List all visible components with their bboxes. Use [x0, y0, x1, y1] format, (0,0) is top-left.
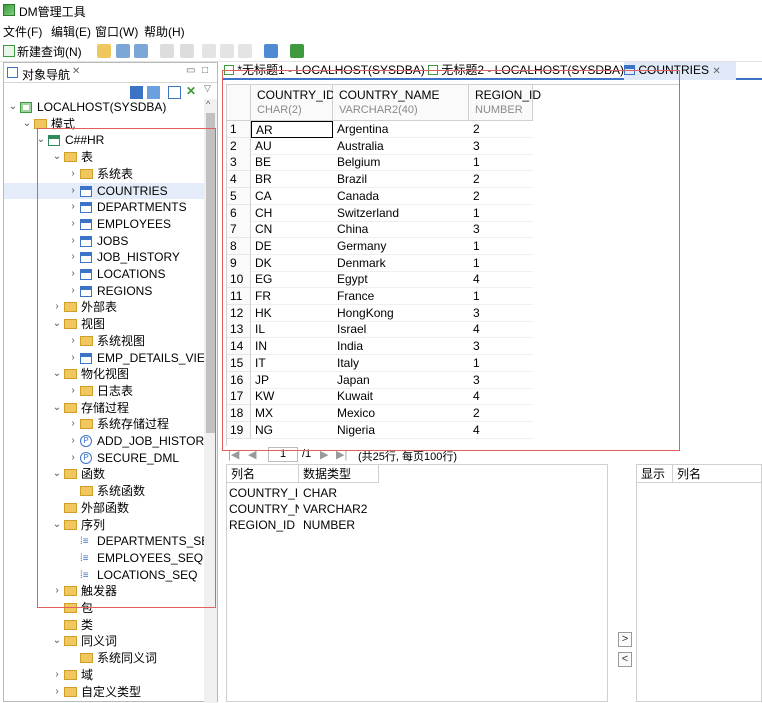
column-rows: COUNTRY_IDCHARCOUNTRY_NAMEVARCHAR2REGION… [227, 485, 607, 685]
highlight-box-tree [37, 128, 216, 608]
display-header[interactable]: 显示 [637, 465, 673, 483]
maximize-icon[interactable]: □ [202, 65, 208, 76]
collapse-all-icon[interactable]: ✕ [186, 84, 196, 98]
move-right-button[interactable]: > [618, 632, 632, 647]
server-icon [20, 102, 32, 113]
save-all-icon[interactable] [134, 44, 148, 58]
tree-node-label: 同义词 [81, 634, 118, 649]
close-icon[interactable]: ✕ [712, 66, 720, 77]
copy-icon[interactable] [220, 44, 234, 58]
list-item[interactable]: COUNTRY_NAME VARCHAR2 [227, 501, 607, 517]
folder-icon [64, 619, 77, 630]
menu-window[interactable]: 窗口(W) [95, 23, 138, 40]
object-navigator-tab[interactable]: 对象导航 ✕ ▭ □ [4, 63, 217, 83]
navigator-icon [7, 67, 18, 78]
tree-node[interactable]: 系统同义词 [4, 650, 204, 666]
tree-node-label: 类 [81, 617, 94, 632]
folder-icon [64, 686, 77, 697]
app-icon [3, 4, 15, 16]
view-menu-icon[interactable]: ▽ [204, 83, 211, 94]
app-title: DM管理工具 [19, 5, 86, 19]
home-icon[interactable] [264, 44, 278, 58]
chevron-down-icon[interactable]: ⌄ [22, 116, 32, 132]
object-navigator-label: 对象导航 [22, 68, 71, 82]
column-name: COUNTRY_ID [229, 486, 299, 500]
menu-help[interactable]: 帮助(H) [144, 23, 185, 40]
column-name-header[interactable]: 列名 [673, 465, 762, 483]
save-icon[interactable] [116, 44, 130, 58]
filter-clear-icon[interactable] [147, 86, 160, 99]
title-bar: DM管理工具 [0, 0, 762, 20]
tree-node-label: 域 [81, 667, 94, 682]
menu-bar: 文件(F) 编辑(E) 窗口(W) 帮助(H) [0, 20, 762, 40]
open-icon[interactable] [97, 44, 111, 58]
tree-node[interactable]: › 域 [4, 667, 204, 683]
main-toolbar: 新建查询(N) [0, 40, 762, 62]
column-type: NUMBER [303, 518, 356, 532]
tree-node[interactable]: 类 [4, 617, 204, 633]
close-icon[interactable]: ✕ [72, 66, 80, 77]
folder-icon [80, 653, 93, 664]
folder-icon [64, 636, 77, 647]
chevron-right-icon[interactable]: › [52, 667, 62, 683]
new-query-button[interactable]: 新建查询(N) [3, 43, 82, 59]
folder-icon [64, 669, 77, 680]
edit-icon[interactable] [168, 86, 181, 99]
available-columns-list[interactable]: 列名 数据类型 COUNTRY_ID CHAR COUNTRY_NAME VARCHA… [226, 464, 608, 702]
new-query-label: 新建查询(N) [17, 44, 82, 59]
new-query-icon [3, 45, 15, 57]
print-preview-icon[interactable] [180, 44, 194, 58]
tree-node[interactable]: ⌄ 同义词 [4, 633, 204, 649]
minimize-icon[interactable]: ▭ [186, 65, 195, 76]
list-item[interactable]: REGION_ID NUMBER [227, 517, 607, 533]
tree-node-label: 系统同义词 [97, 651, 158, 666]
tree-node[interactable]: ⌄ LOCALHOST(SYSDBA) [4, 99, 204, 115]
column-name-header[interactable]: 列名 [227, 465, 299, 483]
print-icon[interactable] [160, 44, 174, 58]
filter-icon[interactable] [130, 86, 143, 99]
chevron-down-icon[interactable]: ⌄ [52, 633, 62, 649]
tree-node[interactable]: › 自定义类型 [4, 684, 204, 700]
highlight-box-grid [222, 70, 680, 451]
list-item[interactable]: COUNTRY_ID CHAR [227, 485, 607, 501]
cut-icon[interactable] [202, 44, 216, 58]
menu-file[interactable]: 文件(F) [3, 23, 42, 40]
paste-icon[interactable] [238, 44, 252, 58]
move-left-button[interactable]: < [618, 652, 632, 667]
column-type: CHAR [303, 486, 338, 500]
displayed-columns-list[interactable]: 显示 列名 [636, 464, 762, 702]
column-name: REGION_ID [229, 518, 296, 532]
menu-edit[interactable]: 编辑(E) [51, 23, 91, 40]
data-type-header[interactable]: 数据类型 [299, 465, 379, 483]
column-chooser: 列名 数据类型 COUNTRY_ID CHAR COUNTRY_NAME VARCHA… [226, 464, 762, 702]
tree-node-label: LOCALHOST(SYSDBA) [37, 100, 167, 114]
scroll-up-icon[interactable]: ^ [206, 99, 210, 109]
column-type: VARCHAR2 [303, 502, 368, 516]
column-name: COUNTRY_NAME [229, 502, 299, 516]
chevron-down-icon[interactable]: ⌄ [8, 99, 18, 115]
chevron-right-icon[interactable]: › [52, 684, 62, 700]
tree-node-label: 自定义类型 [81, 684, 142, 699]
tree-icon[interactable] [290, 44, 304, 58]
